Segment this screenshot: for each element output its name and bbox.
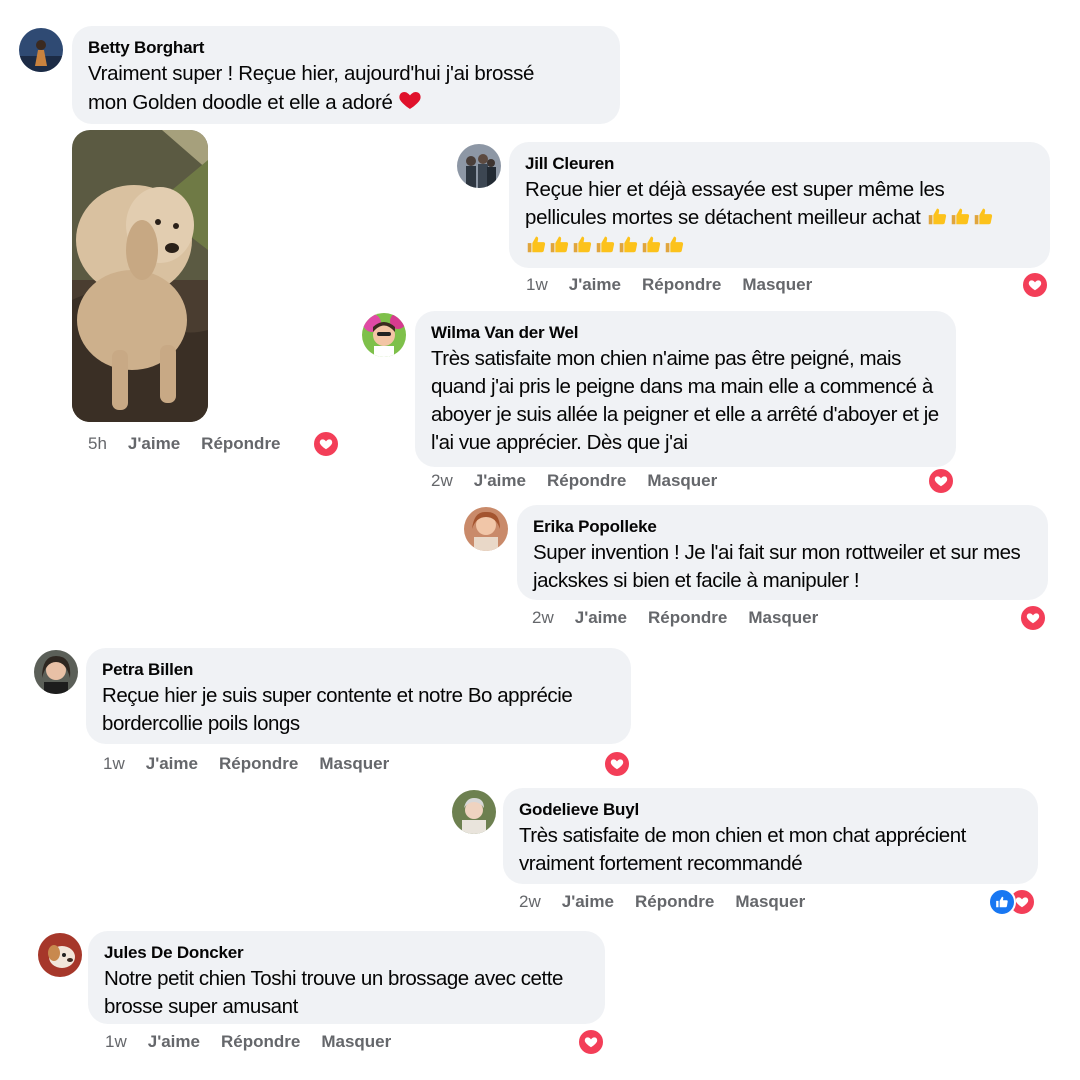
love-reaction-icon[interactable] (603, 750, 631, 778)
reply-button[interactable]: Répondre (201, 434, 280, 454)
comment-bubble: Godelieve Buyl Très satisfaite de mon ch… (503, 788, 1038, 884)
like-button[interactable]: J'aime (128, 434, 180, 454)
love-reaction-icon[interactable] (927, 467, 955, 495)
hide-button[interactable]: Masquer (321, 1032, 391, 1052)
commenter-name[interactable]: Erika Popolleke (533, 517, 1032, 537)
comment-text: Reçue hier et déjà essayée est super mêm… (525, 176, 1034, 260)
love-reaction-icon[interactable] (312, 430, 340, 458)
avatar[interactable] (362, 313, 406, 357)
avatar[interactable] (38, 933, 82, 977)
comment-time[interactable]: 2w (431, 471, 453, 491)
comment-bubble: Erika Popolleke Super invention ! Je l'a… (517, 505, 1048, 600)
comment-godelieve-buyl: Godelieve Buyl Très satisfaite de mon ch… (440, 782, 1070, 922)
hide-button[interactable]: Masquer (742, 275, 812, 295)
comment-erika-popolleke: Erika Popolleke Super invention ! Je l'a… (450, 497, 1070, 637)
comment-time[interactable]: 1w (105, 1032, 127, 1052)
comment-actions: 2w J'aime Répondre Masquer (431, 471, 738, 491)
comment-time[interactable]: 2w (519, 892, 541, 912)
comment-time[interactable]: 1w (103, 754, 125, 774)
comment-jill-cleuren: Jill Cleuren Reçue hier et déjà essayée … (440, 130, 1070, 305)
comment-text-line: Reçue hier et déjà essayée est super mêm… (525, 178, 945, 201)
comment-time[interactable]: 5h (88, 434, 107, 454)
love-reaction-icon[interactable] (1021, 271, 1049, 299)
reply-button[interactable]: Répondre (648, 608, 727, 628)
like-reaction-icon[interactable] (988, 888, 1016, 916)
comment-bubble: Petra Billen Reçue hier je suis super co… (86, 648, 631, 744)
thumbs-up-emoji-icon (926, 206, 995, 229)
like-button[interactable]: J'aime (575, 608, 627, 628)
like-button[interactable]: J'aime (148, 1032, 200, 1052)
comment-actions: 5h J'aime Répondre (88, 434, 302, 454)
reply-button[interactable]: Répondre (219, 754, 298, 774)
like-button[interactable]: J'aime (146, 754, 198, 774)
comment-bubble: Jules De Doncker Notre petit chien Toshi… (88, 931, 605, 1024)
commenter-name[interactable]: Godelieve Buyl (519, 800, 1022, 820)
comment-text: Reçue hier je suis super contente et not… (102, 684, 573, 735)
heart-emoji-icon (398, 88, 422, 112)
hide-button[interactable]: Masquer (647, 471, 717, 491)
avatar[interactable] (464, 507, 508, 551)
love-reaction-icon[interactable] (577, 1028, 605, 1056)
comment-text: Très satisfaite de mon chien et mon chat… (519, 824, 966, 875)
comment-bubble: Jill Cleuren Reçue hier et déjà essayée … (509, 142, 1050, 268)
comment-text-line: pellicules mortes se détachent meilleur … (525, 206, 921, 229)
comment-text: Très satisfaite mon chien n'aime pas êtr… (431, 347, 939, 454)
reply-button[interactable]: Répondre (547, 471, 626, 491)
love-reaction-icon[interactable] (1019, 604, 1047, 632)
comment-bubble: Wilma Van der Wel Très satisfaite mon ch… (415, 311, 956, 467)
comment-wilma-van-der-wel: Wilma Van der Wel Très satisfaite mon ch… (350, 305, 970, 495)
reply-button[interactable]: Répondre (635, 892, 714, 912)
comment-actions: 1w J'aime Répondre Masquer (526, 275, 833, 295)
hide-button[interactable]: Masquer (735, 892, 805, 912)
like-button[interactable]: J'aime (569, 275, 621, 295)
comment-actions: 2w J'aime Répondre Masquer (532, 608, 839, 628)
comment-text-line: mon Golden doodle et elle a adoré (88, 91, 393, 114)
comment-text-line: Vraiment super ! Reçue hier, aujourd'hui… (88, 62, 535, 85)
like-button[interactable]: J'aime (562, 892, 614, 912)
comment-time[interactable]: 1w (526, 275, 548, 295)
hide-button[interactable]: Masquer (748, 608, 818, 628)
commenter-name[interactable]: Betty Borghart (88, 38, 604, 58)
comment-time[interactable]: 2w (532, 608, 554, 628)
avatar[interactable] (34, 650, 78, 694)
comment-actions: 1w J'aime Répondre Masquer (105, 1032, 412, 1052)
reply-button[interactable]: Répondre (642, 275, 721, 295)
commenter-name[interactable]: Petra Billen (102, 660, 615, 680)
comment-jules-de-doncker: Jules De Doncker Notre petit chien Toshi… (20, 925, 650, 1070)
comment-petra-billen: Petra Billen Reçue hier je suis super co… (20, 640, 650, 785)
avatar[interactable] (452, 790, 496, 834)
comment-text: Super invention ! Je l'ai fait sur mon r… (533, 541, 1021, 592)
comment-text: Vraiment super ! Reçue hier, aujourd'hui… (88, 60, 604, 117)
commenter-name[interactable]: Wilma Van der Wel (431, 323, 940, 343)
comment-actions: 1w J'aime Répondre Masquer (103, 754, 410, 774)
comment-bubble: Betty Borghart Vraiment super ! Reçue hi… (72, 26, 620, 124)
commenter-name[interactable]: Jules De Doncker (104, 943, 589, 963)
commenter-name[interactable]: Jill Cleuren (525, 154, 1034, 174)
hide-button[interactable]: Masquer (319, 754, 389, 774)
comment-text: Notre petit chien Toshi trouve un brossa… (104, 967, 563, 1018)
avatar[interactable] (19, 28, 63, 72)
reply-button[interactable]: Répondre (221, 1032, 300, 1052)
golden-doodle-dog-photo[interactable] (72, 130, 208, 422)
like-button[interactable]: J'aime (474, 471, 526, 491)
avatar[interactable] (457, 144, 501, 188)
comment-actions: 2w J'aime Répondre Masquer (519, 892, 826, 912)
thumbs-up-emoji-icon (525, 234, 686, 257)
